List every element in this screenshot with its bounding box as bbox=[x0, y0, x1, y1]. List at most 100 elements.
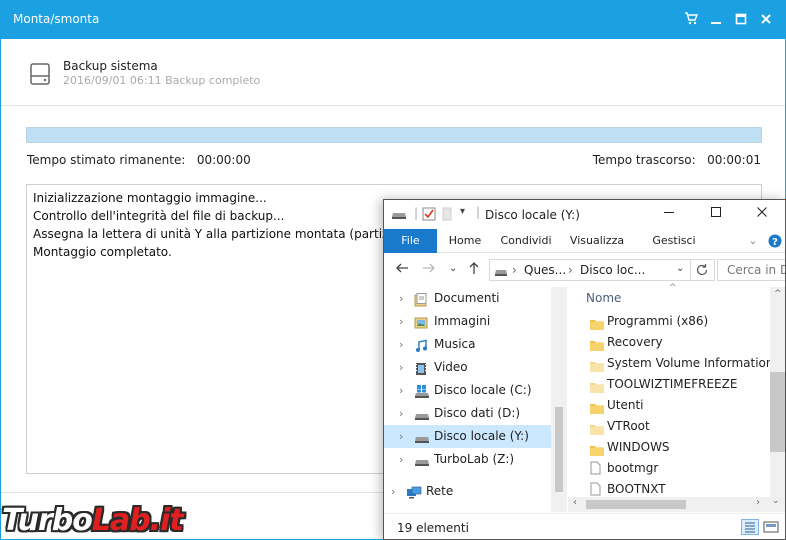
maximize-button[interactable] bbox=[731, 10, 751, 30]
backup-name: Backup sistema bbox=[63, 59, 158, 73]
tree-item-music[interactable]: › Musica bbox=[384, 333, 551, 356]
explorer-title: Disco locale (Y:) bbox=[485, 208, 580, 222]
file-explorer-window: | ▾ | Disco locale (Y:) File Home Condiv… bbox=[383, 199, 786, 540]
scrollbar-thumb[interactable] bbox=[586, 500, 686, 509]
tree-item-network[interactable]: › Rete bbox=[384, 480, 551, 503]
folder-icon bbox=[590, 316, 604, 330]
expand-ribbon-icon[interactable]: ⌄ bbox=[746, 229, 760, 253]
chevron-right-icon[interactable]: › bbox=[399, 333, 403, 356]
tree-label: Immagini bbox=[434, 314, 491, 328]
tree-item-drive-z[interactable]: › TurboLab (Z:) bbox=[384, 448, 551, 471]
tab-view[interactable]: Visualizza bbox=[566, 229, 628, 253]
file-name: Programmi (x86) bbox=[607, 314, 709, 328]
search-input[interactable]: Cerca in Di bbox=[727, 263, 785, 277]
turbolab-logo: TurboLab.it bbox=[2, 503, 184, 538]
column-header-name[interactable]: Nome bbox=[586, 291, 621, 305]
navigation-scrollbar[interactable] bbox=[551, 287, 567, 512]
tree-item-drive-c[interactable]: › Disco locale (C:) bbox=[384, 379, 551, 402]
minimize-button[interactable] bbox=[657, 204, 681, 224]
minimize-button[interactable] bbox=[706, 10, 726, 30]
chevron-right-icon[interactable]: › bbox=[399, 448, 403, 471]
close-button[interactable] bbox=[750, 204, 774, 224]
tree-item-drive-d[interactable]: › Disco dati (D:) bbox=[384, 402, 551, 425]
list-item[interactable]: Programmi (x86) bbox=[568, 311, 770, 332]
time-elapsed-value: 00:00:01 bbox=[707, 153, 761, 167]
scrollbar-thumb[interactable] bbox=[770, 372, 785, 452]
scroll-up-icon[interactable]: ^ bbox=[774, 289, 782, 299]
list-item[interactable]: TOOLWIZTIMEFREEZE bbox=[568, 374, 770, 395]
up-arrow-icon[interactable] bbox=[467, 261, 481, 279]
search-box[interactable]: Cerca in Di bbox=[717, 259, 785, 281]
tree-label: Musica bbox=[434, 337, 476, 351]
list-item[interactable]: WINDOWS bbox=[568, 437, 770, 458]
chevron-right-icon[interactable]: › bbox=[399, 402, 403, 425]
file-list-vertical-scrollbar[interactable]: ^ bbox=[770, 287, 785, 497]
chevron-right-icon[interactable]: › bbox=[391, 480, 395, 503]
help-icon[interactable]: ? bbox=[768, 234, 782, 251]
recent-locations-icon[interactable]: ⌄ bbox=[449, 263, 457, 274]
folder-icon bbox=[590, 421, 604, 435]
drive-icon bbox=[414, 407, 430, 421]
large-icons-view-icon[interactable] bbox=[763, 520, 779, 537]
maximize-button[interactable] bbox=[704, 204, 728, 224]
hard-drive-icon bbox=[29, 61, 51, 87]
tree-item-drive-y[interactable]: › Disco locale (Y:) bbox=[384, 425, 551, 448]
properties-icon[interactable] bbox=[422, 207, 436, 224]
back-arrow-icon[interactable] bbox=[395, 261, 409, 279]
scroll-down-icon[interactable]: ⌄ bbox=[772, 496, 780, 506]
tree-label: Video bbox=[434, 360, 468, 374]
logo-part-2: Lab.it bbox=[91, 503, 184, 538]
tab-manage[interactable]: Gestisci bbox=[648, 229, 700, 253]
tab-home[interactable]: Home bbox=[442, 229, 488, 253]
list-item[interactable]: bootmgr bbox=[568, 458, 770, 479]
tab-share[interactable]: Condividi bbox=[496, 229, 556, 253]
chevron-right-icon[interactable]: › bbox=[399, 310, 403, 333]
breadcrumb-drive[interactable]: Disco loc... bbox=[580, 263, 645, 277]
svg-text:?: ? bbox=[772, 237, 778, 248]
tree-item-documents[interactable]: › Documenti bbox=[384, 287, 551, 310]
address-bar[interactable]: › Ques... › Disco loc... ⌄ bbox=[489, 259, 715, 281]
tree-label: Rete bbox=[426, 484, 454, 498]
chevron-right-icon[interactable]: › bbox=[399, 379, 403, 402]
list-item[interactable]: VTRoot bbox=[568, 416, 770, 437]
chevron-right-icon[interactable]: › bbox=[399, 356, 403, 379]
file-list-horizontal-scrollbar[interactable]: ‹ › ⌄ bbox=[568, 496, 785, 512]
tree-label: Disco dati (D:) bbox=[434, 406, 521, 420]
breadcrumb-this-pc[interactable]: Ques... bbox=[524, 263, 566, 277]
title-bar[interactable]: Monta/smonta bbox=[1, 1, 786, 39]
chevron-right-icon: › bbox=[512, 263, 517, 277]
new-folder-icon[interactable] bbox=[442, 207, 452, 224]
close-button[interactable] bbox=[756, 10, 776, 30]
drive-icon bbox=[414, 430, 430, 444]
scroll-right-icon[interactable]: › bbox=[756, 497, 760, 508]
forward-arrow-icon[interactable] bbox=[422, 261, 436, 279]
tree-item-video[interactable]: › Video bbox=[384, 356, 551, 379]
tab-file[interactable]: File bbox=[384, 229, 437, 253]
file-name: WINDOWS bbox=[607, 440, 670, 454]
customize-toolbar-icon[interactable]: ▾ bbox=[460, 206, 465, 217]
address-dropdown-icon[interactable]: ⌄ bbox=[676, 263, 684, 274]
tree-label: Disco locale (C:) bbox=[434, 383, 532, 397]
chevron-right-icon[interactable]: › bbox=[399, 287, 403, 310]
separator: | bbox=[476, 205, 481, 219]
time-elapsed: Tempo trascorso: 00:00:01 bbox=[593, 153, 761, 167]
file-name: System Volume Information bbox=[607, 356, 774, 370]
status-bar: 19 elementi bbox=[384, 513, 785, 539]
tree-item-pictures[interactable]: › Immagini bbox=[384, 310, 551, 333]
folder-icon bbox=[590, 400, 604, 414]
list-item[interactable]: Utenti bbox=[568, 395, 770, 416]
file-name: Utenti bbox=[607, 398, 644, 412]
scrollbar-thumb[interactable] bbox=[555, 407, 563, 492]
file-name: TOOLWIZTIMEFREEZE bbox=[607, 377, 738, 391]
list-item[interactable]: System Volume Information bbox=[568, 353, 774, 374]
chevron-right-icon[interactable]: › bbox=[399, 425, 403, 448]
music-icon bbox=[414, 338, 430, 352]
refresh-icon[interactable] bbox=[695, 263, 709, 280]
details-view-icon[interactable] bbox=[741, 519, 759, 535]
scroll-left-icon[interactable]: ‹ bbox=[573, 497, 577, 508]
explorer-title-bar[interactable]: | ▾ | Disco locale (Y:) bbox=[384, 200, 785, 229]
cart-icon[interactable] bbox=[681, 10, 701, 30]
navigation-bar: ⌄ › Ques... › Disco loc... ⌄ Cerca in Di bbox=[384, 253, 785, 287]
list-item[interactable]: Recovery bbox=[568, 332, 770, 353]
system-drive-icon bbox=[414, 384, 430, 398]
